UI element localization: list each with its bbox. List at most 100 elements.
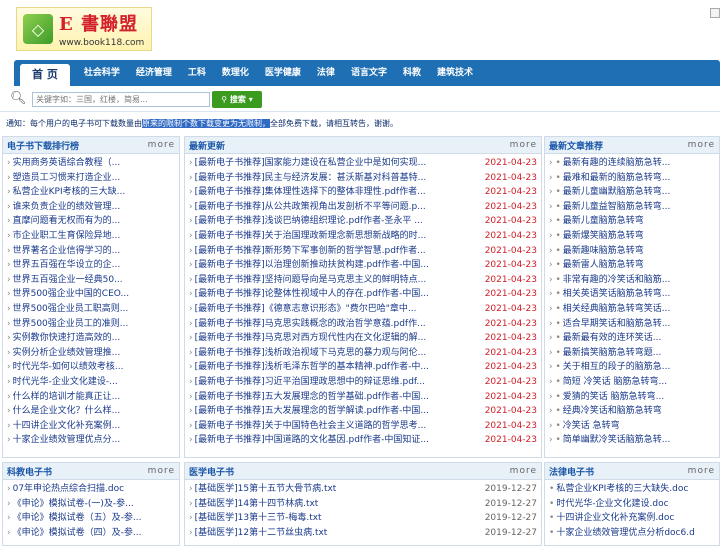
- list-item-title[interactable]: 《申论》模拟试卷-(一)及-参...: [13, 497, 175, 512]
- list-item[interactable]: › 十四讲企业文化补充案例...: [7, 419, 175, 434]
- list-item-title[interactable]: 最难和最新的脑筋急转弯...: [563, 171, 715, 186]
- list-item-title[interactable]: [最新电子书推荐]新形势下军事创新的哲学智慧.pdf作者...: [195, 244, 481, 259]
- list-item[interactable]: › • 爱猜的笑话 脑筋急转弯...: [549, 390, 715, 405]
- search-input[interactable]: [32, 92, 210, 107]
- list-item-title[interactable]: 什么是企业文化？什么样...: [13, 404, 175, 419]
- list-item-title[interactable]: [基础医学]15第十五节大骨节病.txt: [195, 482, 481, 497]
- list-item[interactable]: › 什么样的培训才能真正让...: [7, 390, 175, 405]
- list-item[interactable]: › 《申论》模拟试卷（五）及-参...: [7, 511, 175, 526]
- list-item[interactable]: › [最新电子书推荐]浅析政治视域下马克思的暴力观与阿伦... 2021-04-23: [189, 346, 537, 361]
- list-item-title[interactable]: 十家企业绩效管理优点分...: [13, 433, 175, 448]
- list-item-title[interactable]: [最新电子书推荐]论整体性视域中人的存在.pdf作者-中国...: [195, 287, 481, 302]
- list-item-title[interactable]: 最新爆笑脑筋急转弯: [563, 229, 715, 244]
- list-item-title[interactable]: 相关英语笑话脑筋急转弯...: [563, 287, 715, 302]
- list-item-title[interactable]: [最新电子书推荐]集体理性选择下的整体非理性.pdf作者...: [195, 185, 481, 200]
- list-item[interactable]: › • 最新有趣的连续脑筋急转...: [549, 156, 715, 171]
- list-item-title[interactable]: [最新电子书推荐]浅谈巴纳德组织理论.pdf作者-圣永平 ...: [195, 214, 481, 229]
- list-item[interactable]: › 塑造员工习惯来打造企业...: [7, 171, 175, 186]
- list-item-title[interactable]: [最新电子书推荐]《德意志意识形态》"费尔巴哈"章中...: [195, 302, 481, 317]
- list-item-title[interactable]: 07年申论热点综合扫描.doc: [13, 482, 175, 497]
- list-item[interactable]: › • 最新儿童脑筋急转弯: [549, 214, 715, 229]
- list-item-title[interactable]: 什么样的培训才能真正让...: [13, 390, 175, 405]
- list-item-title[interactable]: 最新儿童脑筋急转弯: [563, 214, 715, 229]
- list-item-title[interactable]: 十家企业绩效管理优点分析doc6.d: [556, 526, 715, 541]
- list-item-title[interactable]: 世界500强企业员工的准则...: [13, 317, 175, 332]
- list-item-title[interactable]: 世界500强企业中国的CEO...: [13, 287, 175, 302]
- list-item-title[interactable]: 经典冷笑话和脑筋急转弯: [563, 404, 715, 419]
- more-link[interactable]: more: [510, 466, 537, 476]
- list-item[interactable]: › • 最新雷人脑筋急转弯: [549, 258, 715, 273]
- list-item[interactable]: › • 非常有趣的冷笑话和脑筋...: [549, 273, 715, 288]
- list-item-title[interactable]: 关于相互的段子的脑筋急...: [563, 360, 715, 375]
- list-item-title[interactable]: 实用商务英语综合教程（...: [13, 156, 175, 171]
- list-item-title[interactable]: [最新电子书推荐]中国道路的文化基因.pdf作者-中国知证...: [195, 433, 481, 448]
- more-link[interactable]: more: [510, 140, 537, 150]
- list-item[interactable]: › • 最新搞笑脑筋急转弯题...: [549, 346, 715, 361]
- list-item[interactable]: • 十家企业绩效管理优点分析doc6.d: [549, 526, 715, 541]
- list-item[interactable]: › [最新电子书推荐]中国道路的文化基因.pdf作者-中国知证... 2021-04…: [189, 433, 537, 448]
- list-item-title[interactable]: 塑造员工习惯来打造企业...: [13, 171, 175, 186]
- list-item[interactable]: › 世界著名企业信得学习的...: [7, 244, 175, 259]
- list-item-title[interactable]: 最新有趣的连续脑筋急转...: [563, 156, 715, 171]
- list-item[interactable]: › [最新电子书推荐]国家能力建设在私营企业中是如何实现... 2021-04-23: [189, 156, 537, 171]
- list-item[interactable]: › [基础医学]12第十二节丝虫病.txt 2019-12-27: [189, 526, 537, 541]
- search-button[interactable]: ⚲ 搜索 ▾: [212, 91, 262, 108]
- list-item[interactable]: › [最新电子书推荐]五大发展理念的哲学基础.pdf作者-中国... 2021-04…: [189, 390, 537, 405]
- more-link[interactable]: more: [688, 466, 715, 476]
- list-item[interactable]: › [最新电子书推荐]论整体性视域中人的存在.pdf作者-中国... 2021-04…: [189, 287, 537, 302]
- list-item[interactable]: › 谁来负责企业的绩效管理...: [7, 200, 175, 215]
- list-item[interactable]: › [最新电子书推荐]《德意志意识形态》"费尔巴哈"章中... 2021-04-23: [189, 302, 537, 317]
- list-item-title[interactable]: 直摩问题看无权而有为的...: [13, 214, 175, 229]
- list-item-title[interactable]: 私营企业KPI考核的三大缺失.doc: [556, 482, 715, 497]
- list-item-title[interactable]: [基础医学]13第十三节-梅毒.txt: [195, 511, 481, 526]
- list-item-title[interactable]: 最新趣味脑筋急转弯: [563, 244, 715, 259]
- list-item[interactable]: • 十四讲企业文化补充案例.doc: [549, 511, 715, 526]
- list-item[interactable]: › [最新电子书推荐]浅析毛泽东哲学的基本精神.pdf作者-中... 2021-04…: [189, 360, 537, 375]
- list-item[interactable]: › • 简短 冷笑话 脑筋急转弯...: [549, 375, 715, 390]
- list-item-title[interactable]: [基础医学]14第十四节林病.txt: [195, 497, 481, 512]
- list-item-title[interactable]: 最新雷人脑筋急转弯: [563, 258, 715, 273]
- list-item-title[interactable]: [最新电子书推荐]马克思实践概念的政治哲学意蕴.pdf作...: [195, 317, 481, 332]
- list-item-title[interactable]: [最新电子书推荐]五大发展理念的哲学解读.pdf作者-中国...: [195, 404, 481, 419]
- more-link[interactable]: more: [148, 466, 175, 476]
- list-item[interactable]: • 私营企业KPI考核的三大缺失.doc: [549, 482, 715, 497]
- list-item[interactable]: › • 最新爆笑脑筋急转弯: [549, 229, 715, 244]
- list-item[interactable]: › 世界五百强在华设立的企...: [7, 258, 175, 273]
- nav-item[interactable]: 法律: [309, 60, 343, 86]
- list-item[interactable]: › 直摩问题看无权而有为的...: [7, 214, 175, 229]
- list-item[interactable]: › [最新电子书推荐]五大发展理念的哲学解读.pdf作者-中国... 2021-04…: [189, 404, 537, 419]
- nav-item[interactable]: 语言文字: [343, 60, 395, 86]
- list-item[interactable]: › • 适合早期笑话和脑筋急转...: [549, 317, 715, 332]
- list-item[interactable]: › [基础医学]15第十五节大骨节病.txt 2019-12-27: [189, 482, 537, 497]
- list-item[interactable]: › 时代光华-企业文化建设-...: [7, 375, 175, 390]
- list-item[interactable]: › 实例分析企业绩效管理推...: [7, 346, 175, 361]
- list-item[interactable]: › • 经典冷笑话和脑筋急转弯: [549, 404, 715, 419]
- list-item[interactable]: › 世界500强企业员工职高则...: [7, 302, 175, 317]
- list-item-title[interactable]: 世界五百强企业一经典50...: [13, 273, 175, 288]
- list-item[interactable]: › [最新电子书推荐]坚持问题导向是马克思主义的鲜明特点... 2021-04-23: [189, 273, 537, 288]
- nav-item[interactable]: 建筑技术: [429, 60, 481, 86]
- list-item-title[interactable]: 实例教你快速打造高效的...: [13, 331, 175, 346]
- list-item-title[interactable]: 世界著名企业信得学习的...: [13, 244, 175, 259]
- list-item-title[interactable]: 最新最有效的连环笑话...: [563, 331, 715, 346]
- list-item-title[interactable]: [最新电子书推荐]浅析政治视域下马克思的暴力观与阿伦...: [195, 346, 481, 361]
- list-item-title[interactable]: [最新电子书推荐]国家能力建设在私营企业中是如何实现...: [195, 156, 481, 171]
- list-item-title[interactable]: 冷笑话 急转弯: [563, 419, 715, 434]
- list-item[interactable]: › 世界500强企业中国的CEO...: [7, 287, 175, 302]
- nav-item[interactable]: 社会科学: [76, 60, 128, 86]
- list-item[interactable]: › 《申论》模拟试卷（四）及-参...: [7, 526, 175, 541]
- list-item-title[interactable]: [最新电子书推荐]习近平治国理政思想中的辩证思维.pdf...: [195, 375, 481, 390]
- list-item[interactable]: › [最新电子书推荐]浅谈巴纳德组织理论.pdf作者-圣永平 ... 2021-04…: [189, 214, 537, 229]
- list-item[interactable]: › • 最新儿童益智脑筋急转弯...: [549, 200, 715, 215]
- list-item-title[interactable]: [基础医学]12第十二节丝虫病.txt: [195, 526, 481, 541]
- list-item[interactable]: › [最新电子书推荐]以治理创新推动扶贫构建.pdf作者-中国... 2021-04…: [189, 258, 537, 273]
- list-item[interactable]: › • 最新儿童幽默脑筋急转弯...: [549, 185, 715, 200]
- list-item-title[interactable]: [最新电子书推荐]从公共政策视角出发剖析不平等问题.p...: [195, 200, 481, 215]
- list-item[interactable]: › 实用商务英语综合教程（...: [7, 156, 175, 171]
- list-item[interactable]: › [最新电子书推荐]习近平治国理政思想中的辩证思维.pdf... 2021-04-…: [189, 375, 537, 390]
- list-item-title[interactable]: 最新搞笑脑筋急转弯题...: [563, 346, 715, 361]
- list-item[interactable]: › [最新电子书推荐]民主与经济发展：甚沃斯基对科普基特... 2021-04-23: [189, 171, 537, 186]
- list-item[interactable]: › 市企业职工生育保险异地...: [7, 229, 175, 244]
- list-item-title[interactable]: 《申论》模拟试卷（五）及-参...: [13, 511, 175, 526]
- list-item[interactable]: › 世界500强企业员工的准则...: [7, 317, 175, 332]
